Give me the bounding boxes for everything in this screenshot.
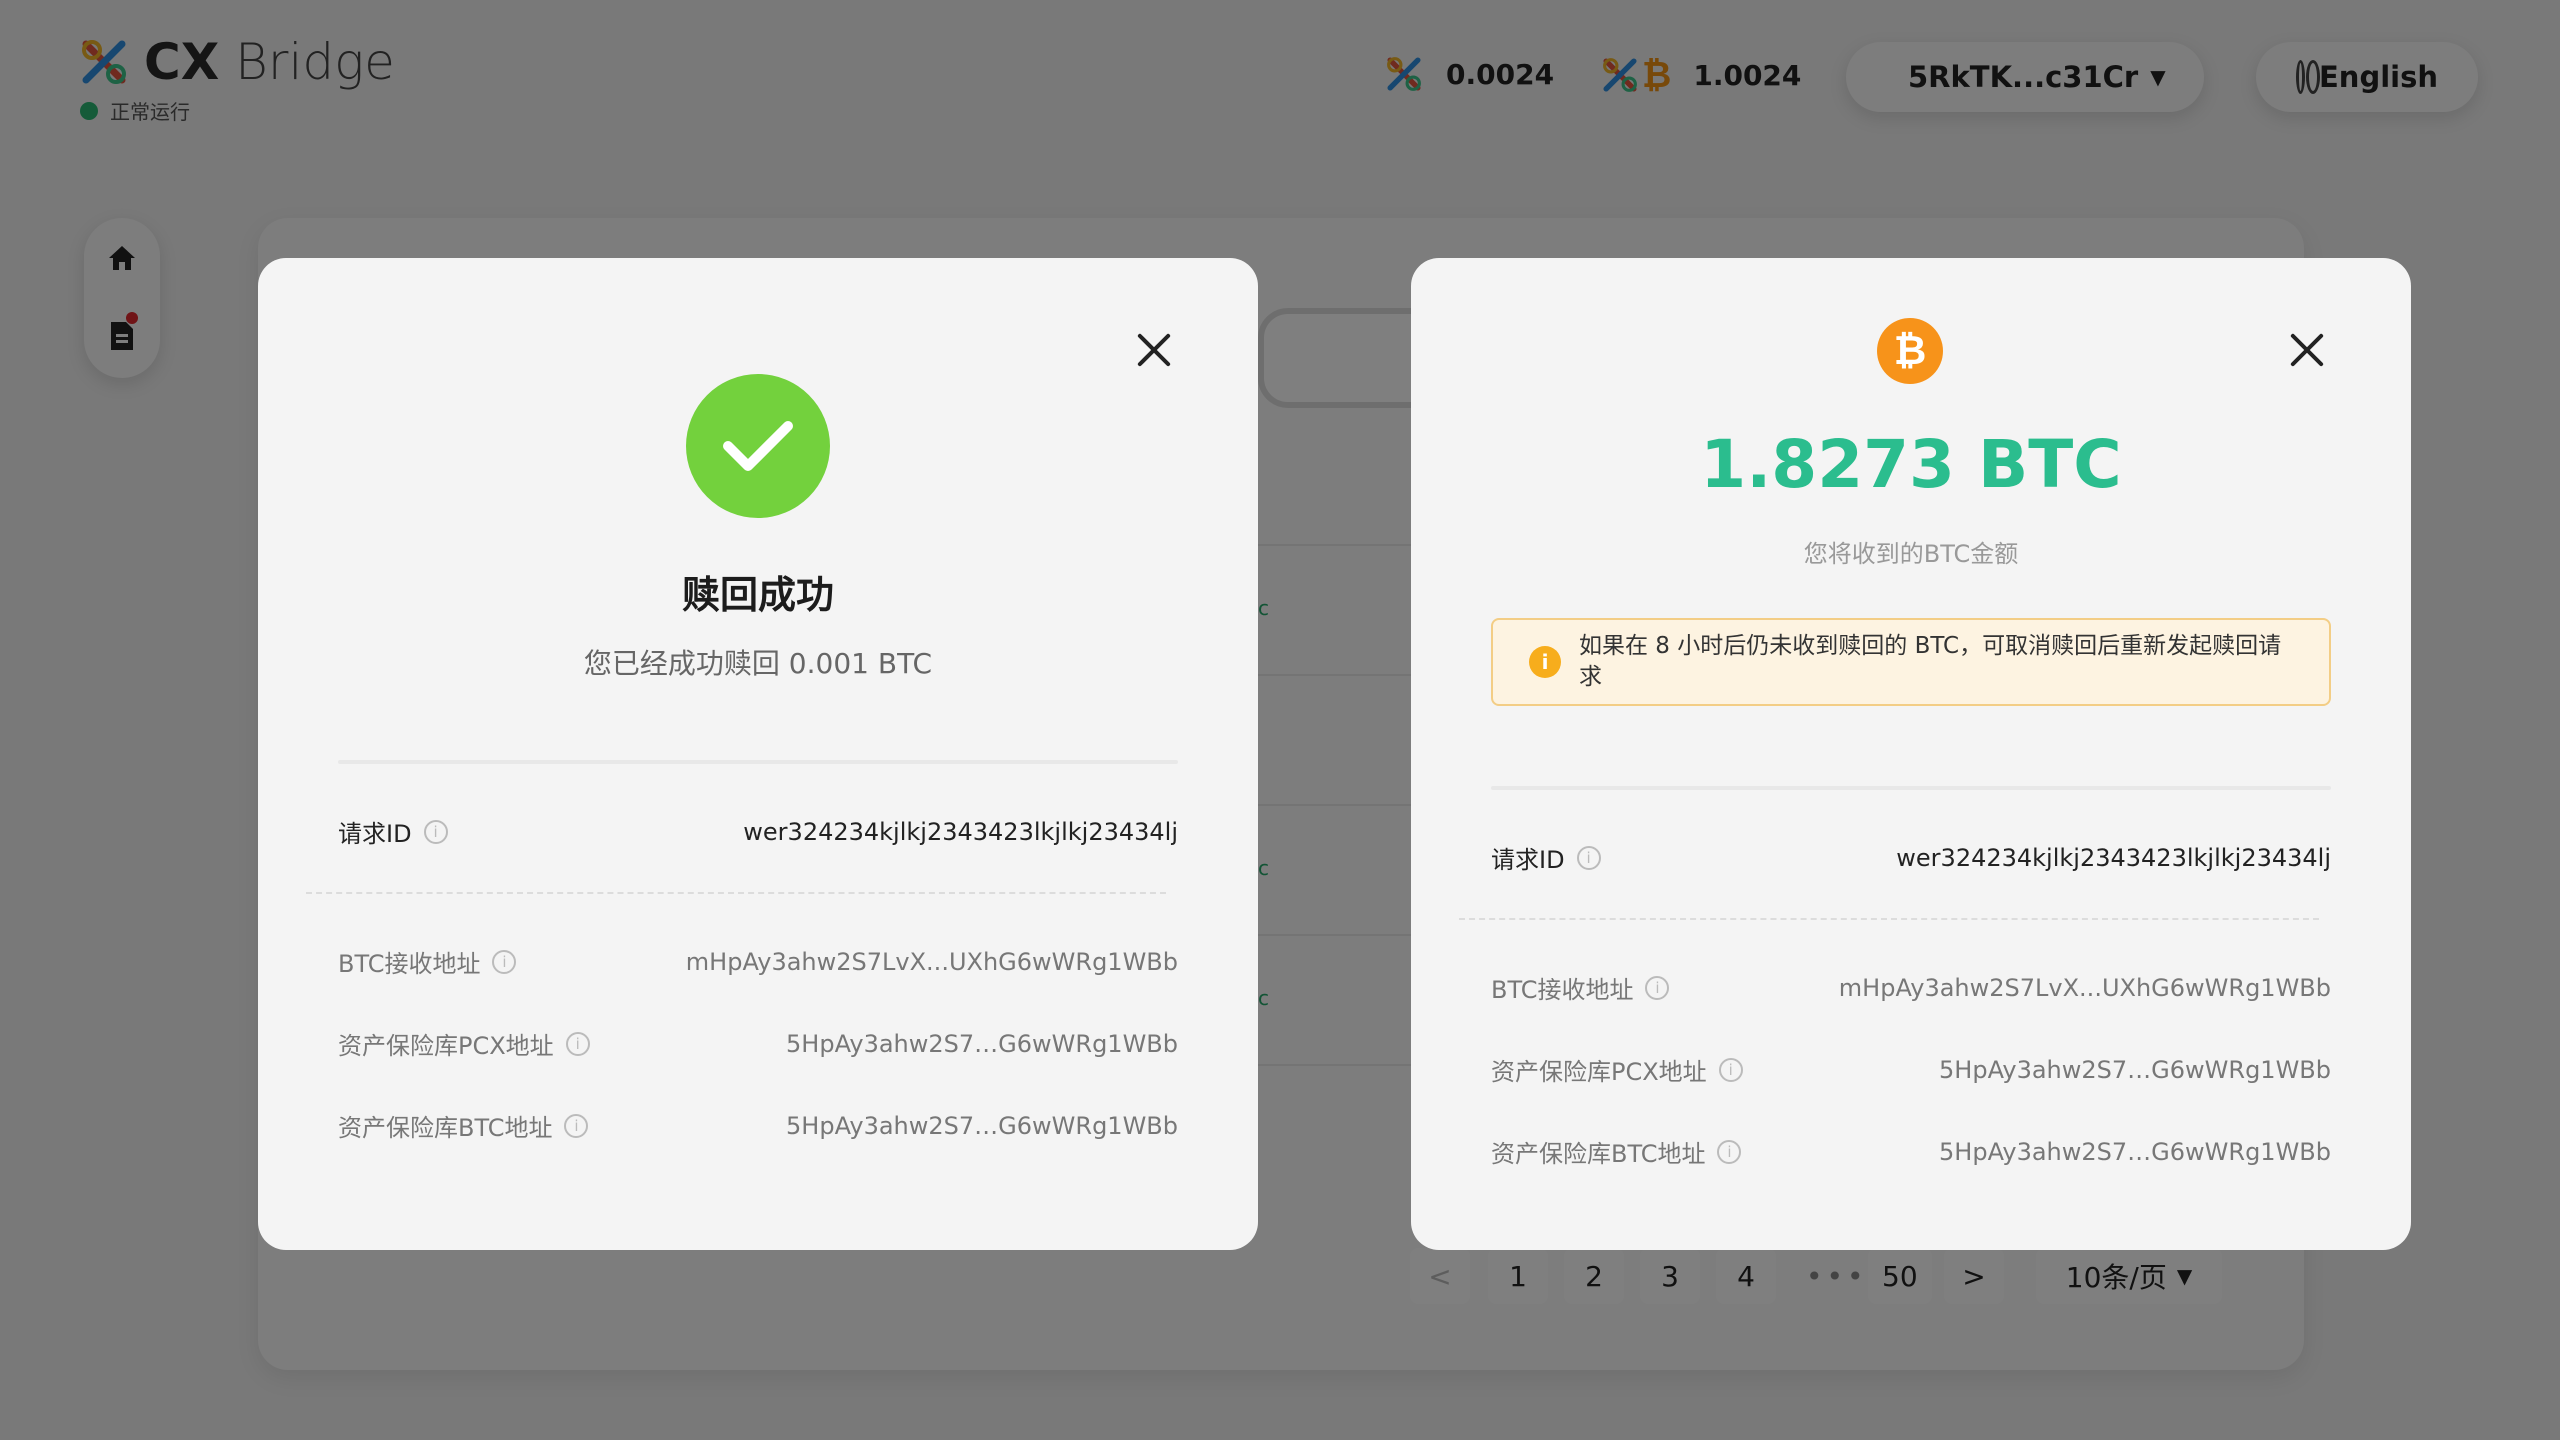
request-id-row: 请求ID i wer324234kjlkj2343423lkjlkj23434lj (338, 814, 1178, 849)
request-id-value: wer324234kjlkj2343423lkjlkj23434lj (1896, 843, 2331, 872)
info-icon[interactable]: i (564, 1113, 589, 1138)
warning-banner: i 如果在 8 小时后仍未收到赎回的 BTC，可取消赎回后重新发起赎回请求 (1491, 618, 2331, 706)
info-icon[interactable]: i (1645, 975, 1670, 1000)
modal-title: 赎回成功 (681, 573, 834, 617)
vault-pcx-value: 5HpAy3ahw2S7…G6wWRg1WBb (786, 1029, 1178, 1058)
row-label: 资产保险库PCX地址 (1491, 1058, 1707, 1086)
vault-btc-address-row: 资产保险库BTC地址 i 5HpAy3ahw2S7…G6wWRg1WBb (1491, 1134, 2331, 1169)
row-label: 资产保险库BTC地址 (338, 1114, 553, 1142)
info-icon[interactable]: i (1718, 1057, 1743, 1082)
request-id-value: wer324234kjlkj2343423lkjlkj23434lj (743, 817, 1178, 846)
info-icon[interactable]: i (423, 819, 448, 844)
close-icon[interactable] (1136, 332, 1172, 368)
warning-icon: i (1529, 646, 1561, 678)
warning-text: 如果在 8 小时后仍未收到赎回的 BTC，可取消赎回后重新发起赎回请求 (1579, 633, 2282, 690)
info-icon[interactable]: i (1717, 1139, 1742, 1164)
divider (338, 760, 1178, 764)
row-label: 请求ID (1491, 846, 1565, 874)
vault-btc-value: 5HpAy3ahw2S7…G6wWRg1WBb (1939, 1137, 2331, 1166)
row-label: 请求ID (338, 820, 412, 848)
btc-receive-address-row: BTC接收地址 i mHpAy3ahw2S7LvX...UXhG6wWRg1WBb (338, 944, 1178, 979)
modal-subtitle: 您已经成功赎回 0.001 BTC (583, 647, 933, 680)
divider (1459, 918, 2319, 920)
info-icon[interactable]: i (565, 1031, 590, 1056)
row-label: BTC接收地址 (338, 950, 481, 978)
vault-btc-address-row: 资产保险库BTC地址 i 5HpAy3ahw2S7…G6wWRg1WBb (338, 1108, 1178, 1143)
btc-address-value: mHpAy3ahw2S7LvX...UXhG6wWRg1WBb (1838, 973, 2331, 1002)
request-id-row: 请求ID i wer324234kjlkj2343423lkjlkj23434lj (1491, 840, 2331, 875)
info-icon[interactable]: i (492, 949, 517, 974)
btc-receive-address-row: BTC接收地址 i mHpAy3ahw2S7LvX...UXhG6wWRg1WBb (1491, 970, 2331, 1005)
divider (1491, 786, 2331, 790)
btc-address-value: mHpAy3ahw2S7LvX...UXhG6wWRg1WBb (685, 947, 1178, 976)
redeem-success-modal: 赎回成功 您已经成功赎回 0.001 BTC 请求ID i wer324234kj… (258, 258, 1258, 1250)
success-check-icon (686, 374, 830, 518)
row-label: 资产保险库PCX地址 (338, 1032, 554, 1060)
vault-pcx-address-row: 资产保险库PCX地址 i 5HpAy3ahw2S7…G6wWRg1WBb (1491, 1052, 2331, 1087)
vault-pcx-value: 5HpAy3ahw2S7…G6wWRg1WBb (1939, 1055, 2331, 1084)
redeem-amount-modal: ₿ 1.8273 BTC 您将收到的BTC金额 i 如果在 8 小时后仍未收到赎… (1411, 258, 2411, 1250)
btc-amount-label: 您将收到的BTC金额 (1803, 540, 2019, 568)
close-icon[interactable] (2289, 332, 2325, 368)
divider (306, 892, 1166, 894)
vault-pcx-address-row: 资产保险库PCX地址 i 5HpAy3ahw2S7…G6wWRg1WBb (338, 1026, 1178, 1061)
vault-btc-value: 5HpAy3ahw2S7…G6wWRg1WBb (786, 1111, 1178, 1140)
row-label: BTC接收地址 (1491, 976, 1634, 1004)
btc-amount: 1.8273 BTC (1700, 426, 2122, 503)
info-icon[interactable]: i (1576, 845, 1601, 870)
bitcoin-icon: ₿ (1877, 318, 1943, 384)
row-label: 资产保险库BTC地址 (1491, 1140, 1706, 1168)
